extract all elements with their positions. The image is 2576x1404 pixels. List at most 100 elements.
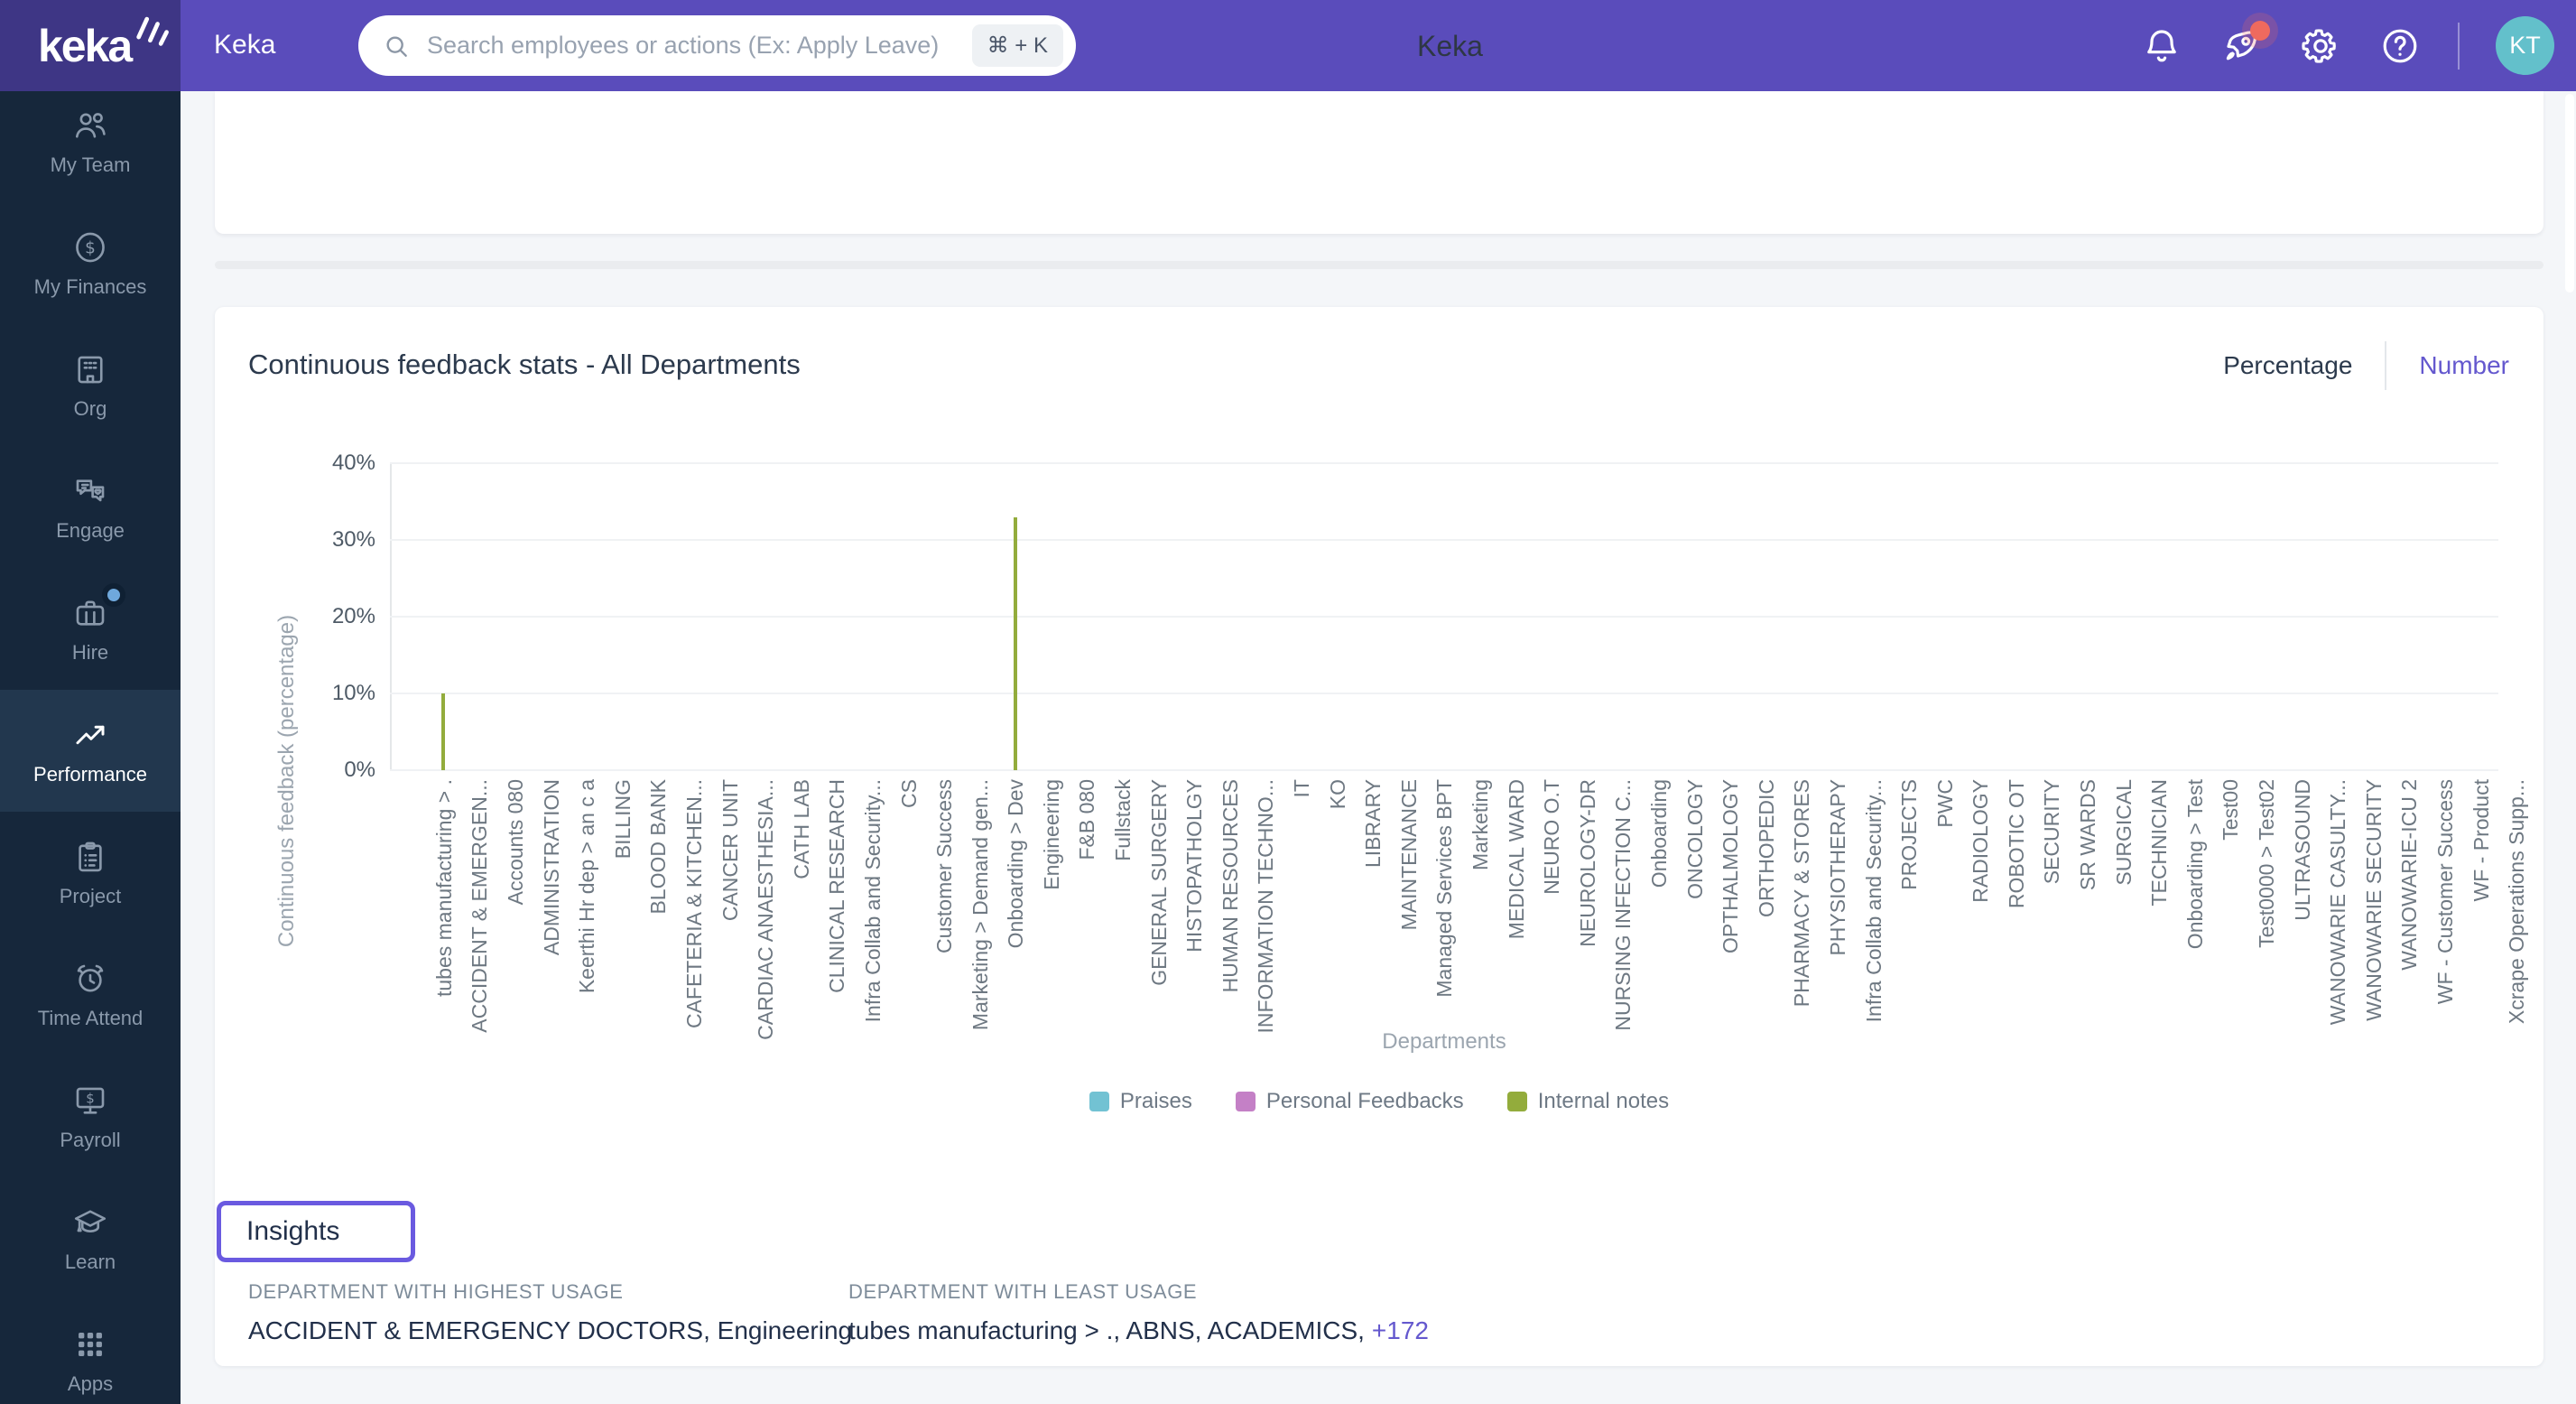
search-input[interactable] <box>425 31 972 60</box>
sidebar-item-engage[interactable]: Engage <box>0 446 181 568</box>
keka-logo[interactable]: keka <box>0 0 181 91</box>
notifications-button[interactable] <box>2140 24 2183 68</box>
x-axis-label: ORTHOPEDIC <box>1754 779 1778 917</box>
x-axis-label: Keerthi Hr dep > an c a <box>575 779 599 994</box>
hire-notification-dot <box>102 582 125 607</box>
learn-icon <box>71 1204 109 1241</box>
whats-new-button[interactable] <box>2219 20 2270 68</box>
x-axis-label: NEUROLOGY-DR <box>1575 779 1599 947</box>
feedback-stats-card: Continuous feedback stats - All Departme… <box>215 307 2544 1366</box>
x-axis-label: SECURITY <box>2040 779 2064 885</box>
user-avatar[interactable]: KT <box>2496 16 2554 75</box>
x-axis-label: ONCOLOGY <box>1682 779 1707 899</box>
section-divider <box>215 261 2544 269</box>
top-navbar: keka Keka ⌘ + K Keka <box>0 0 2576 91</box>
x-axis-label: Customer Success <box>932 779 957 954</box>
toggle-percentage[interactable]: Percentage <box>2223 351 2352 380</box>
legend-swatch <box>1235 1092 1256 1111</box>
my-finances-icon: $ <box>71 228 109 266</box>
legend-swatch <box>1089 1092 1109 1111</box>
legend-item-praises[interactable]: Praises <box>1089 1089 1192 1114</box>
keka-logo-text: keka <box>38 21 133 71</box>
x-axis-label: WANOWARIE-ICU 2 <box>2397 779 2422 971</box>
x-axis-label: OPTHALMOLOGY <box>1719 779 1743 953</box>
legend-item-internal-notes[interactable]: Internal notes <box>1506 1089 1669 1114</box>
gridline <box>390 616 2498 618</box>
sidebar-item-my-team[interactable]: My Team <box>0 91 181 202</box>
scrollbar-thumb[interactable] <box>2565 94 2574 293</box>
legend-swatch <box>1506 1092 1527 1111</box>
legend-label: Praises <box>1119 1089 1192 1113</box>
x-axis-label: GENERAL SURGERY <box>1146 779 1171 986</box>
x-axis-label: ACCIDENT & EMERGEN... <box>468 779 492 1033</box>
x-axis-label: Engineering <box>1039 779 1063 890</box>
hire-icon <box>71 582 125 632</box>
legend-label: Personal Feedbacks <box>1265 1089 1464 1113</box>
x-axis-label: PWC <box>1932 779 1957 828</box>
x-axis-label: tubes manufacturing > . <box>431 779 456 998</box>
x-axis-label: IT <box>1290 779 1314 798</box>
bar-internal-notes <box>441 693 446 770</box>
sidebar-item-payroll[interactable]: $ Payroll <box>0 1055 181 1177</box>
topbar-divider <box>2458 22 2460 70</box>
notification-badge <box>2250 20 2270 41</box>
x-axis-label: LIBRARY <box>1361 779 1385 869</box>
performance-icon <box>71 716 109 754</box>
x-axis-label: PROJECTS <box>1897 779 1922 890</box>
sidebar-item-learn[interactable]: Learn <box>0 1177 181 1299</box>
x-axis-label: Marketing > Demand gen... <box>968 779 992 1031</box>
settings-button[interactable] <box>2299 24 2342 68</box>
x-axis-label: BILLING <box>610 779 635 860</box>
keka-app-screen: keka Keka ⌘ + K Keka <box>0 0 2576 1404</box>
sidebar-item-project[interactable]: Project <box>0 812 181 934</box>
sidebar-item-my-finances[interactable]: $ My Finances <box>0 202 181 324</box>
x-axis-label: F&B 080 <box>1075 779 1099 860</box>
search-icon <box>386 35 407 57</box>
apps-icon <box>71 1325 109 1363</box>
search-shortcut-badge: ⌘ + K <box>971 24 1063 67</box>
sidebar-item-hire[interactable]: Hire <box>0 568 181 690</box>
chart-legend: Praises Personal Feedbacks Internal notes <box>215 1089 2544 1114</box>
x-axis-label: Onboarding <box>1646 779 1671 888</box>
sidebar-item-org[interactable]: Org <box>0 324 181 446</box>
sidebar-item-label: Payroll <box>60 1128 121 1151</box>
insight-highest-usage: DEPARTMENT WITH HIGHEST USAGE ACCIDENT &… <box>248 1280 853 1344</box>
global-search[interactable]: ⌘ + K <box>358 15 1076 76</box>
gear-icon <box>2302 28 2336 63</box>
x-axis-label: SR WARDS <box>2076 779 2100 891</box>
sidebar-item-apps[interactable]: Apps <box>0 1299 181 1404</box>
sidebar-item-label: Time Attend <box>37 1006 144 1029</box>
x-axis-label: RADIOLOGY <box>1969 779 1993 903</box>
help-button[interactable] <box>2378 24 2422 68</box>
x-axis-label: MAINTENANCE <box>1396 779 1421 931</box>
sidebar-item-time-attend[interactable]: Time Attend <box>0 934 181 1055</box>
y-tick-label: 20% <box>331 604 375 628</box>
x-axis-label: ULTRASOUND <box>2290 779 2314 921</box>
y-tick-label: 10% <box>331 681 375 705</box>
previous-section-card <box>215 91 2544 234</box>
toggle-number[interactable]: Number <box>2419 351 2509 380</box>
my-team-icon <box>71 107 109 144</box>
engage-icon <box>71 472 109 510</box>
x-axis-label: Managed Services BPT <box>1432 779 1457 998</box>
bar-internal-notes <box>1013 516 1017 770</box>
card-title: Continuous feedback stats - All Departme… <box>248 349 801 380</box>
insights-heading[interactable]: Insights <box>217 1201 415 1262</box>
sidebar-nav: My Team $ My Finances Org Engage Hire Performa… <box>0 91 181 1404</box>
legend-item-personal-feedbacks[interactable]: Personal Feedbacks <box>1235 1089 1464 1114</box>
toggle-divider <box>2385 341 2387 390</box>
x-axis-label: PHARMACY & STORES <box>1790 779 1814 1008</box>
x-axis-label: CS <box>896 779 921 808</box>
time-attend-icon <box>71 960 109 998</box>
sidebar-item-label: My Finances <box>33 274 147 298</box>
x-axis-label: Accounts 080 <box>503 779 527 906</box>
sidebar-item-label: Apps <box>67 1371 114 1395</box>
sidebar-item-performance[interactable]: Performance <box>0 690 181 812</box>
gridline <box>390 462 2498 464</box>
x-axis-label: CATH LAB <box>789 779 813 879</box>
x-axis-label: HUMAN RESOURCES <box>1218 779 1242 993</box>
sidebar-item-label: Hire <box>71 640 109 664</box>
svg-text:$: $ <box>85 238 96 257</box>
more-departments-link[interactable]: +172 <box>1372 1316 1429 1344</box>
percentage-number-toggle: Percentage Number <box>2223 341 2509 390</box>
